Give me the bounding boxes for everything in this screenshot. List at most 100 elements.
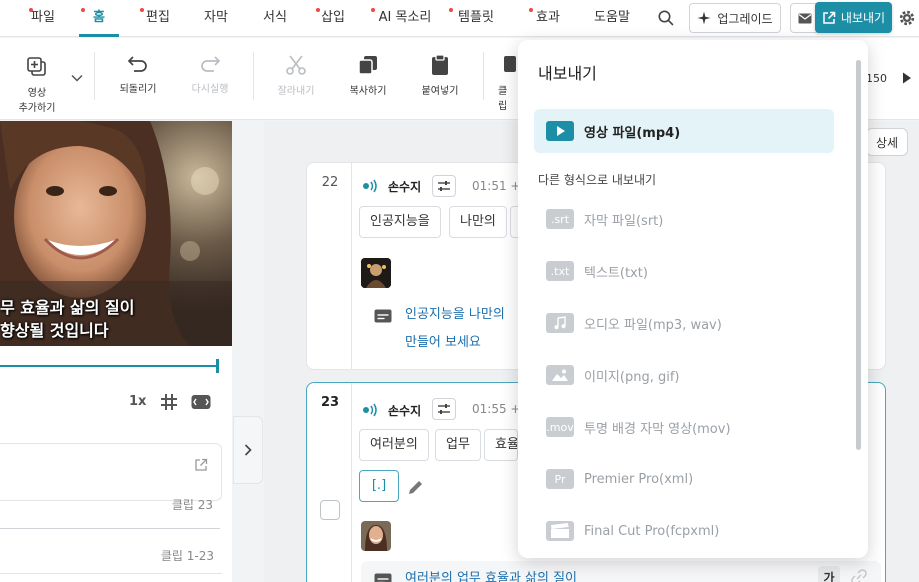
scissors-icon: [286, 55, 306, 75]
toolbar-separator: [94, 52, 95, 100]
upgrade-button-label: 업그레이드: [717, 11, 773, 26]
chevron-right-icon: [244, 444, 252, 456]
export-fcp-label: Final Cut Pro(fcpxml): [584, 523, 720, 539]
scene-checkbox[interactable]: [320, 500, 340, 520]
paste-button[interactable]: 붙여넣기: [409, 54, 471, 97]
notification-dot: [316, 8, 320, 12]
subtitle-text-line-1[interactable]: 인공지능을 나만의: [405, 302, 505, 328]
video-preview[interactable]: 무 효율과 삶의 질이 향상될 것입니다: [0, 121, 232, 346]
word-chip[interactable]: 여러분의: [359, 429, 429, 461]
menu-effects[interactable]: 효과: [529, 0, 561, 37]
word-chip[interactable]: 인공지능을: [359, 206, 441, 238]
notification-dot: [449, 8, 453, 12]
menu-help[interactable]: 도움말: [592, 0, 632, 37]
scene-divider: [351, 163, 352, 369]
export-title: 내보내기: [538, 64, 597, 83]
menu-subtitle[interactable]: 자막: [203, 0, 229, 37]
add-video-button[interactable]: 영상 추가하기: [6, 56, 68, 114]
aspect-ratio-icon[interactable]: [191, 394, 211, 410]
menu-file[interactable]: 파일: [29, 0, 56, 37]
pause-chip[interactable]: [.]: [359, 470, 399, 502]
export-mov-label: 투명 배경 자막 영상(mov): [584, 421, 731, 437]
chevron-down-icon[interactable]: [71, 74, 83, 82]
chevron-right-icon[interactable]: [902, 72, 912, 84]
timeline-handle[interactable]: [216, 359, 219, 373]
panel-collapse-toggle[interactable]: [233, 416, 263, 484]
export-mp4-option[interactable]: 영상 파일(mp4): [534, 109, 834, 153]
menu-format[interactable]: 서식: [262, 0, 288, 37]
txt-badge: .txt: [546, 261, 574, 281]
menu-template[interactable]: 템플릿: [449, 0, 497, 37]
word-chip[interactable]: 업무: [435, 429, 481, 461]
toolbar-separator: [483, 52, 484, 100]
undo-label: 되돌리기: [119, 84, 157, 95]
subtitle-text-line-1[interactable]: 여러분의 업무 효율과 삶의 질이: [405, 566, 577, 582]
word-chip[interactable]: 나만의: [449, 206, 507, 238]
playback-speed[interactable]: 1x: [129, 394, 146, 409]
speaker-name[interactable]: 손수지: [388, 402, 421, 419]
export-mov-option[interactable]: .mov 투명 배경 자막 영상(mov): [546, 415, 731, 439]
zoom-level[interactable]: 150: [866, 72, 887, 85]
playback-timeline[interactable]: [0, 365, 218, 367]
paste-label: 붙여넣기: [421, 86, 459, 97]
voice-settings-button[interactable]: [432, 175, 456, 197]
subtitle-text-line-2[interactable]: 만들어 보세요: [405, 330, 481, 356]
export-srt-option[interactable]: .srt 자막 파일(srt): [546, 207, 663, 231]
search-icon[interactable]: [657, 9, 675, 27]
copy-label: 복사하기: [349, 86, 387, 97]
grid-icon[interactable]: [160, 393, 178, 411]
menu-effects-label: 효과: [536, 10, 560, 25]
menu-edit-label: 편집: [146, 10, 170, 25]
pencil-icon[interactable]: [407, 478, 425, 496]
menu-subtitle-label: 자막: [204, 10, 228, 25]
notification-dot: [529, 8, 533, 12]
scene-divider: [351, 383, 352, 582]
menu-help-label: 도움말: [594, 10, 630, 25]
link-icon[interactable]: [850, 569, 868, 582]
menu-insert[interactable]: 삽입: [316, 0, 346, 37]
detail-button[interactable]: 상세: [866, 128, 908, 156]
clip-card[interactable]: 클립 23: [0, 443, 222, 512]
mov-badge: .mov: [546, 417, 574, 437]
export-premiere-option[interactable]: Pr Premier Pro(xml): [546, 467, 693, 491]
export-fcp-option[interactable]: Final Cut Pro(fcpxml): [546, 519, 719, 543]
clip-tool-label: 클립: [498, 86, 508, 112]
video-caption-line-1: 무 효율과 삶의 질이: [0, 298, 135, 317]
export-button[interactable]: 내보내기: [815, 2, 892, 33]
gear-icon[interactable]: [898, 8, 916, 28]
preview-panel: 무 효율과 삶의 질이 향상될 것입니다 1x 클립 23 클립 1-23: [0, 121, 232, 582]
export-txt-option[interactable]: .txt 텍스트(txt): [546, 259, 648, 283]
export-scrollbar[interactable]: [856, 60, 861, 450]
scene-thumbnail[interactable]: [361, 521, 391, 551]
font-style-badge[interactable]: 가: [818, 566, 840, 582]
cut-button[interactable]: 잘라내기: [265, 54, 327, 97]
scene-time[interactable]: 01:55 +: [472, 402, 520, 416]
menu-ai-voice[interactable]: AI 목소리: [371, 0, 433, 37]
export-image-option[interactable]: 이미지(png, gif): [546, 363, 679, 387]
open-external-icon[interactable]: [194, 458, 208, 472]
clip-range-label: 클립 1-23: [160, 549, 214, 563]
clapper-icon: [546, 521, 574, 541]
scene-thumbnail[interactable]: [361, 258, 391, 288]
clip-divider: [0, 573, 222, 574]
thumbnail-image: [361, 521, 391, 551]
upgrade-button[interactable]: 업그레이드: [689, 3, 781, 33]
export-audio-option[interactable]: 오디오 파일(mp3, wav): [546, 311, 722, 335]
menu-edit[interactable]: 편집: [140, 0, 171, 37]
voice-settings-button[interactable]: [432, 398, 456, 420]
menu-home[interactable]: 홈: [79, 0, 119, 37]
sliders-icon: [438, 404, 450, 414]
premiere-badge: Pr: [546, 469, 574, 489]
word-chip[interactable]: 효율: [484, 429, 518, 461]
copy-button[interactable]: 복사하기: [337, 54, 399, 97]
scene-time[interactable]: 01:51 +: [472, 179, 520, 193]
redo-button[interactable]: 다시실행: [179, 54, 241, 95]
subtitle-icon: [374, 573, 392, 582]
speaker-name[interactable]: 손수지: [388, 178, 421, 195]
video-caption-line-2: 향상될 것입니다: [0, 321, 109, 340]
export-button-label: 내보내기: [840, 11, 886, 25]
undo-button[interactable]: 되돌리기: [107, 54, 169, 95]
notification-dot: [140, 8, 144, 12]
app-window: 파일 홈 편집 자막 서식 삽입 AI 목소리 템플릿 효과 도움말 업그레이드…: [0, 0, 919, 582]
clip-tool-button[interactable]: 클립: [486, 54, 516, 112]
